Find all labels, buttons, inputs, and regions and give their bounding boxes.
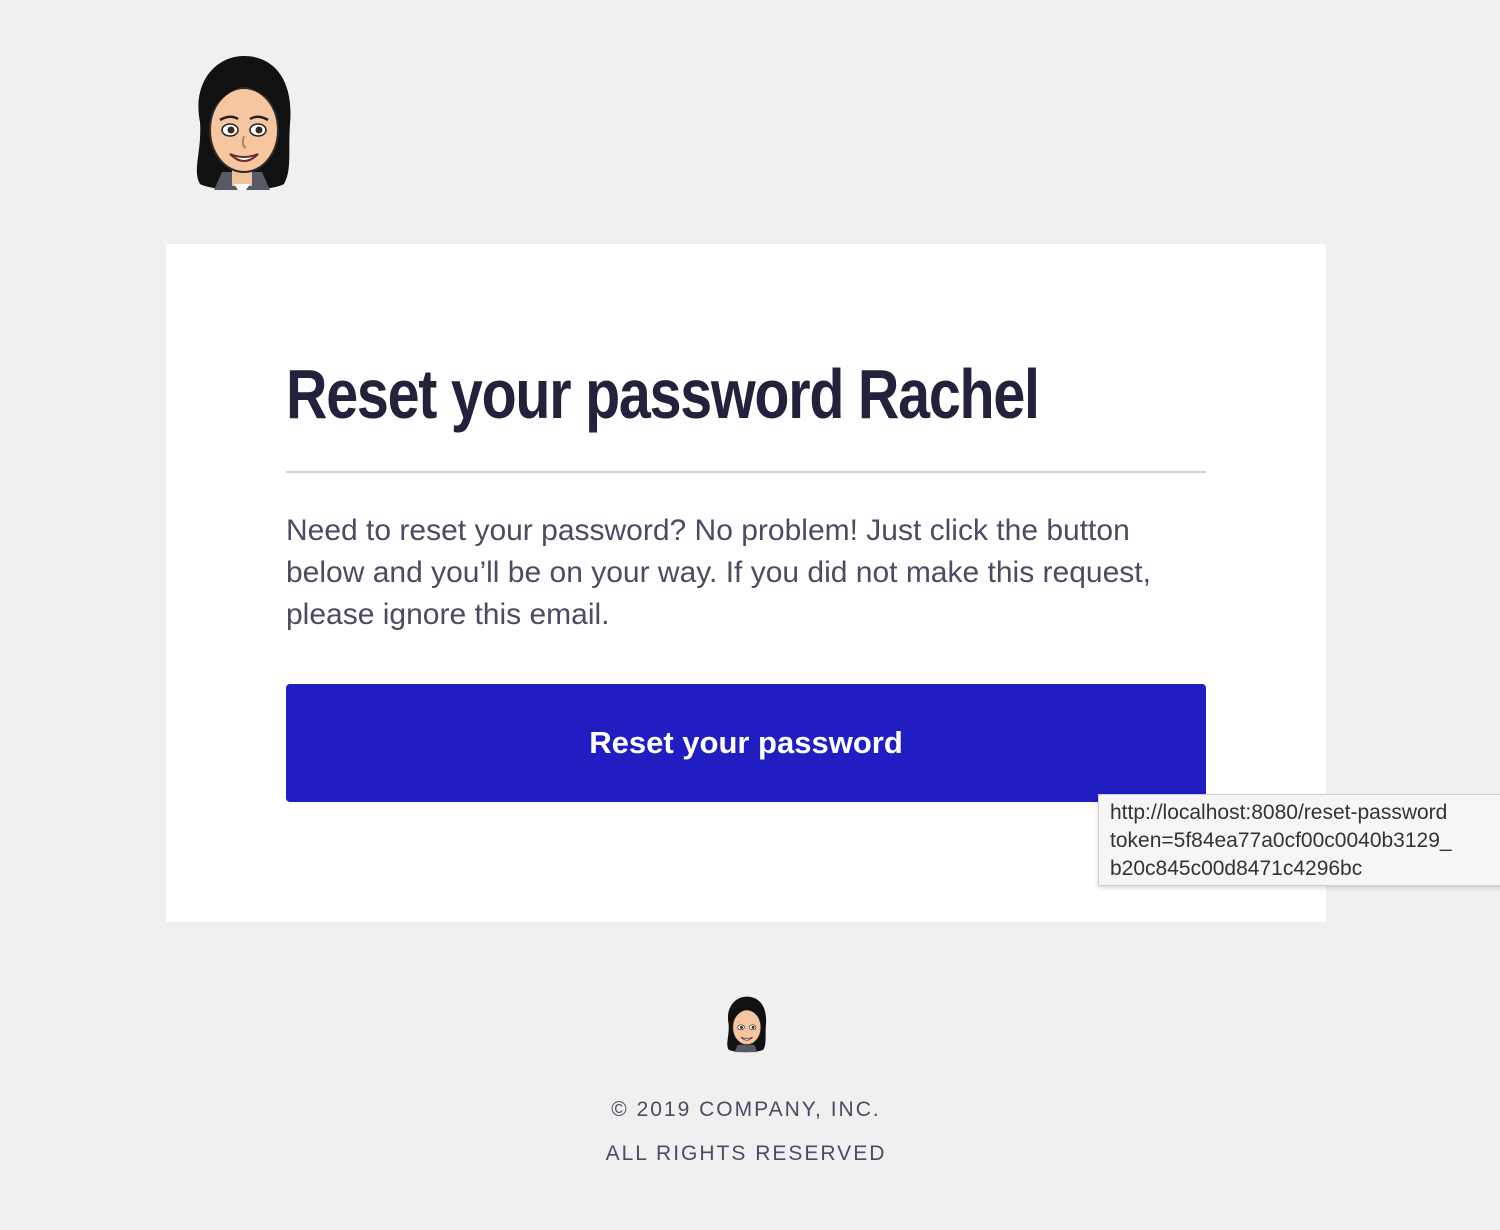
divider bbox=[286, 471, 1206, 473]
page-title: Reset your password Rachel bbox=[286, 355, 1040, 433]
tooltip-line: token=5f84ea77a0cf00c0040b3129_ bbox=[1110, 829, 1452, 852]
link-url-tooltip: http://localhost:8080/reset-password tok… bbox=[1098, 794, 1500, 886]
email-body-text: Need to reset your password? No problem!… bbox=[286, 514, 1151, 631]
tooltip-line: http://localhost:8080/reset-password bbox=[1110, 801, 1448, 824]
footer-avatar-icon bbox=[727, 996, 767, 1053]
footer-rights: ALL RIGHTS RESERVED bbox=[605, 1142, 887, 1165]
avatar-logo-icon bbox=[196, 56, 291, 190]
footer-copyright: © 2019 COMPANY, INC. bbox=[611, 1098, 881, 1121]
tooltip-line: b20c845c00d8471c4296bc bbox=[1110, 857, 1363, 880]
reset-password-button[interactable]: Reset your password bbox=[286, 684, 1206, 802]
